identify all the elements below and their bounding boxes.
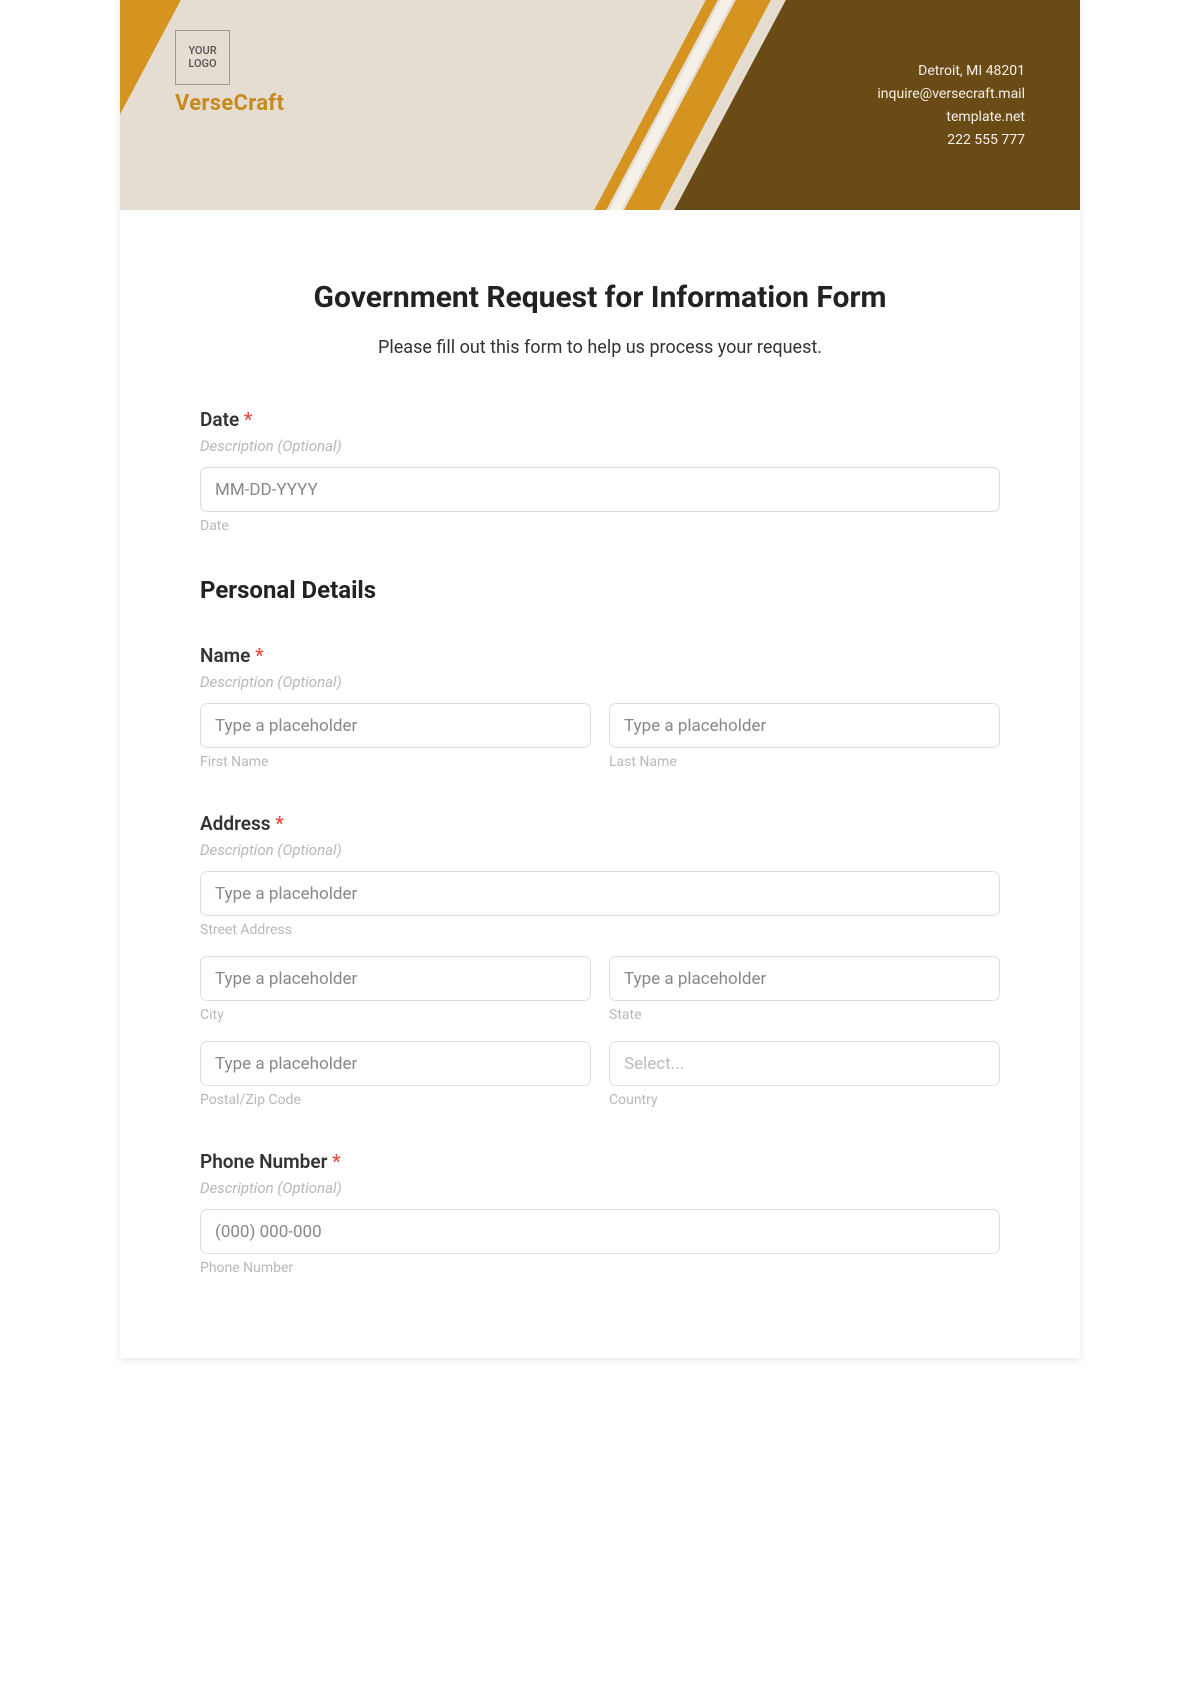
- label-text: Address: [200, 812, 271, 835]
- state-input[interactable]: Type a placeholder: [609, 956, 1000, 1001]
- country-select[interactable]: Select...: [609, 1041, 1000, 1086]
- section-title-personal: Personal Details: [200, 576, 1000, 604]
- logo-block: YOUR LOGO VerseCraft: [175, 30, 284, 116]
- field-description: Description (Optional): [200, 1179, 1000, 1197]
- country-sublabel: Country: [609, 1092, 1000, 1108]
- name-label: Name *: [200, 644, 1000, 667]
- country-col: Select... Country: [609, 1041, 1000, 1108]
- input-placeholder: Type a placeholder: [624, 969, 766, 989]
- first-name-sublabel: First Name: [200, 754, 591, 770]
- logo-placeholder: YOUR LOGO: [175, 30, 230, 85]
- input-placeholder: Type a placeholder: [215, 716, 357, 736]
- field-description: Description (Optional): [200, 437, 1000, 455]
- phone-sublabel: Phone Number: [200, 1260, 1000, 1276]
- input-placeholder: Type a placeholder: [215, 969, 357, 989]
- field-group-address: Address * Description (Optional) Type a …: [200, 812, 1000, 1108]
- last-name-col: Type a placeholder Last Name: [609, 703, 1000, 770]
- required-mark: *: [244, 408, 253, 431]
- label-text: Name: [200, 644, 250, 667]
- city-sublabel: City: [200, 1007, 591, 1023]
- label-text: Date: [200, 408, 239, 431]
- field-group-date: Date * Description (Optional) MM-DD-YYYY…: [200, 408, 1000, 534]
- required-mark: *: [332, 1150, 341, 1173]
- postal-sublabel: Postal/Zip Code: [200, 1092, 591, 1108]
- date-label: Date *: [200, 408, 1000, 431]
- required-mark: *: [275, 812, 284, 835]
- city-state-row: Type a placeholder City Type a placehold…: [200, 956, 1000, 1023]
- form-content: Government Request for Information Form …: [120, 210, 1080, 1358]
- contact-email: inquire@versecraft.mail: [877, 83, 1025, 106]
- input-placeholder: Type a placeholder: [215, 1054, 357, 1074]
- input-placeholder: Type a placeholder: [624, 716, 766, 736]
- label-text: Phone Number: [200, 1150, 327, 1173]
- field-description: Description (Optional): [200, 841, 1000, 859]
- contact-address: Detroit, MI 48201: [877, 60, 1025, 83]
- field-group-phone: Phone Number * Description (Optional) (0…: [200, 1150, 1000, 1276]
- first-name-input[interactable]: Type a placeholder: [200, 703, 591, 748]
- last-name-sublabel: Last Name: [609, 754, 1000, 770]
- phone-input[interactable]: (000) 000-000: [200, 1209, 1000, 1254]
- logo-text: YOUR LOGO: [176, 45, 229, 69]
- street-row: Type a placeholder Street Address: [200, 871, 1000, 938]
- form-subtitle: Please fill out this form to help us pro…: [200, 337, 1000, 358]
- field-group-name: Name * Description (Optional) Type a pla…: [200, 644, 1000, 770]
- phone-label: Phone Number *: [200, 1150, 1000, 1173]
- state-col: Type a placeholder State: [609, 956, 1000, 1023]
- contact-website: template.net: [877, 106, 1025, 129]
- required-mark: *: [255, 644, 264, 667]
- input-placeholder: Type a placeholder: [215, 884, 357, 904]
- first-name-col: Type a placeholder First Name: [200, 703, 591, 770]
- input-placeholder: (000) 000-000: [215, 1222, 322, 1242]
- state-sublabel: State: [609, 1007, 1000, 1023]
- page-container: YOUR LOGO VerseCraft Detroit, MI 48201 i…: [120, 0, 1080, 1358]
- field-description: Description (Optional): [200, 673, 1000, 691]
- brand-name: VerseCraft: [175, 91, 284, 116]
- city-col: Type a placeholder City: [200, 956, 591, 1023]
- postal-country-row: Type a placeholder Postal/Zip Code Selec…: [200, 1041, 1000, 1108]
- last-name-input[interactable]: Type a placeholder: [609, 703, 1000, 748]
- city-input[interactable]: Type a placeholder: [200, 956, 591, 1001]
- name-row: Type a placeholder First Name Type a pla…: [200, 703, 1000, 770]
- form-title: Government Request for Information Form: [200, 280, 1000, 315]
- contact-info: Detroit, MI 48201 inquire@versecraft.mai…: [877, 60, 1025, 152]
- address-label: Address *: [200, 812, 1000, 835]
- street-sublabel: Street Address: [200, 922, 1000, 938]
- date-sublabel: Date: [200, 518, 1000, 534]
- postal-input[interactable]: Type a placeholder: [200, 1041, 591, 1086]
- date-input[interactable]: MM-DD-YYYY: [200, 467, 1000, 512]
- page-header: YOUR LOGO VerseCraft Detroit, MI 48201 i…: [120, 0, 1080, 210]
- input-placeholder: MM-DD-YYYY: [215, 480, 318, 500]
- postal-col: Type a placeholder Postal/Zip Code: [200, 1041, 591, 1108]
- select-placeholder: Select...: [624, 1054, 684, 1074]
- street-input[interactable]: Type a placeholder: [200, 871, 1000, 916]
- contact-phone: 222 555 777: [877, 129, 1025, 152]
